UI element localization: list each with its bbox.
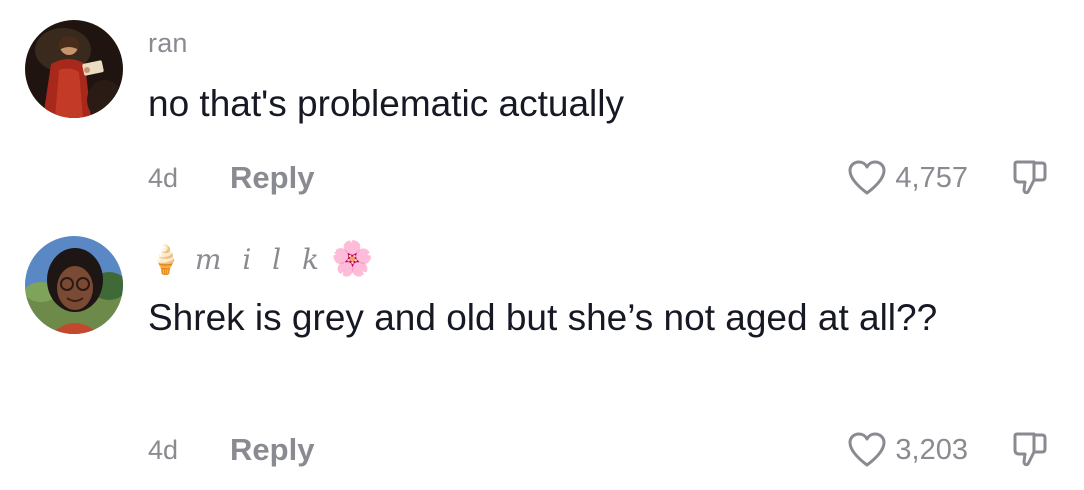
like-button[interactable]: 3,203: [847, 431, 968, 469]
dislike-button[interactable]: [1012, 158, 1048, 198]
like-button[interactable]: 4,757: [847, 159, 968, 197]
comment-text: Shrek is grey and old but she’s not aged…: [148, 297, 938, 338]
comment-item: ran no that's problematic actually 4d Re…: [0, 0, 1084, 215]
reply-button[interactable]: Reply: [230, 160, 314, 196]
user-avatar[interactable]: [25, 20, 123, 118]
username: m i l k: [194, 242, 326, 276]
selfie-avatar-icon: [25, 236, 123, 334]
username[interactable]: ran: [148, 28, 188, 59]
flower-emoji: 🌸: [331, 240, 374, 278]
like-count: 4,757: [895, 161, 968, 194]
comment-meta: 4d Reply: [148, 430, 314, 470]
comment-meta: 4d Reply: [148, 158, 314, 198]
comment-actions: 3,203: [847, 430, 1048, 470]
heart-outline-icon: [848, 432, 886, 467]
thumbs-down-outline-icon: [1013, 160, 1047, 195]
renaissance-painting-avatar-icon: [25, 20, 123, 118]
dislike-button[interactable]: [1012, 430, 1048, 470]
username-row[interactable]: 🍦 m i l k 🌸: [148, 233, 373, 285]
comment-time: 4d: [148, 434, 179, 465]
reply-button[interactable]: Reply: [230, 432, 314, 468]
ice-cream-emoji: 🍦: [148, 243, 183, 275]
thumbs-down-outline-icon: [1013, 432, 1047, 467]
comment-time: 4d: [148, 162, 179, 193]
user-avatar[interactable]: [25, 236, 123, 334]
comment-text: no that's problematic actually: [148, 83, 624, 124]
heart-outline-icon: [848, 160, 886, 195]
comment-actions: 4,757: [847, 158, 1048, 198]
like-count: 3,203: [895, 433, 968, 466]
comment-item: 🍦 m i l k 🌸 Shrek is grey and old but sh…: [0, 225, 1084, 490]
